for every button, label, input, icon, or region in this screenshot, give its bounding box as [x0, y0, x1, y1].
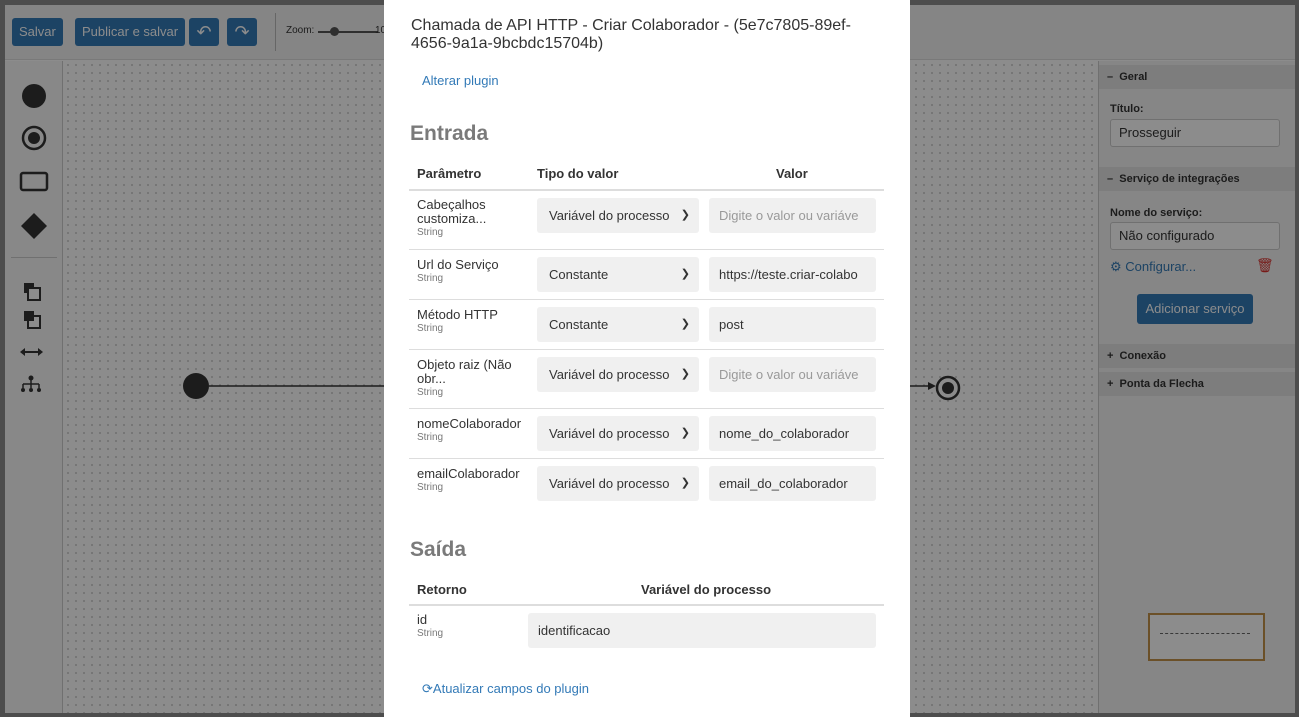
param-type: String [417, 227, 444, 238]
param-type: String [417, 482, 444, 493]
row-divider [409, 349, 884, 350]
value-type-text: Constante [549, 317, 609, 332]
variable-column-header: Variável do processo [641, 582, 772, 597]
return-type: String [417, 628, 444, 639]
input-heading: Entrada [410, 122, 489, 145]
input-param-name: emailColaborador String [417, 467, 532, 494]
value-input[interactable]: Digite o valor ou variáve [709, 198, 876, 233]
value-input[interactable]: email_do_colaborador [709, 466, 876, 501]
value-input[interactable]: post [709, 307, 876, 342]
value-input[interactable]: nome_do_colaborador [709, 416, 876, 451]
return-column-header: Retorno [417, 582, 467, 597]
refresh-plugin-fields-link[interactable]: ⟳Atualizar campos do plugin [422, 681, 589, 697]
input-param-name: Url do Serviço String [417, 258, 532, 285]
chevron-down-icon: ❯ [680, 268, 690, 280]
param-name-text: emailColaborador [417, 466, 520, 481]
value-input[interactable]: https://teste.criar-colabo [709, 257, 876, 292]
param-name-text: Objeto raiz (Não obr... [417, 357, 512, 386]
chevron-down-icon: ❯ [680, 209, 690, 221]
value-type-select[interactable]: Variável do processo ❯ [537, 466, 699, 501]
input-param-name: Método HTTP String [417, 308, 532, 335]
output-header-divider [409, 604, 884, 606]
modal-title: Chamada de API HTTP - Criar Colaborador … [411, 17, 851, 52]
input-header-divider [409, 189, 884, 191]
row-divider [409, 408, 884, 409]
value-input[interactable]: Digite o valor ou variáve [709, 357, 876, 392]
row-divider [409, 249, 884, 250]
chevron-down-icon: ❯ [680, 427, 690, 439]
param-column-header: Parâmetro [417, 166, 482, 181]
value-type-select[interactable]: Variável do processo ❯ [537, 357, 699, 392]
output-heading: Saída [410, 538, 467, 561]
input-param-name: Cabeçalhos customiza... String [417, 198, 532, 239]
param-type: String [417, 323, 444, 334]
row-divider [409, 458, 884, 459]
param-type: String [417, 432, 444, 443]
input-param-name: nomeColaborador String [417, 417, 532, 444]
value-type-text: Variável do processo [549, 367, 670, 382]
value-type-select[interactable]: Variável do processo ❯ [537, 198, 699, 233]
value-type-select[interactable]: Constante ❯ [537, 307, 699, 342]
param-type: String [417, 273, 444, 284]
value-type-text: Variável do processo [549, 476, 670, 491]
plugin-config-modal: Chamada de API HTTP - Criar Colaborador … [384, 0, 910, 717]
param-name-text: Cabeçalhos customiza... [417, 197, 487, 226]
change-plugin-link[interactable]: Alterar plugin [422, 73, 499, 88]
value-type-select[interactable]: Variável do processo ❯ [537, 416, 699, 451]
output-return-name: id String [417, 613, 532, 640]
value-type-select[interactable]: Constante ❯ [537, 257, 699, 292]
value-type-text: Variável do processo [549, 208, 670, 223]
input-param-name: Objeto raiz (Não obr... String [417, 358, 532, 399]
chevron-down-icon: ❯ [680, 318, 690, 330]
refresh-label: Atualizar campos do plugin [432, 681, 589, 696]
return-name-text: id [417, 612, 428, 627]
param-name-text: Método HTTP [417, 307, 498, 322]
param-name-text: nomeColaborador [417, 416, 522, 431]
param-name-text: Url do Serviço [417, 257, 499, 272]
chevron-down-icon: ❯ [680, 368, 690, 380]
row-divider [409, 299, 884, 300]
param-type: String [417, 387, 444, 398]
chevron-down-icon: ❯ [680, 477, 690, 489]
value-type-text: Variável do processo [549, 426, 670, 441]
type-column-header: Tipo do valor [537, 166, 619, 181]
output-variable-input[interactable]: identificacao [528, 613, 876, 648]
refresh-icon: ⟳ [422, 681, 433, 696]
value-column-header: Valor [776, 166, 808, 181]
value-type-text: Constante [549, 267, 609, 282]
